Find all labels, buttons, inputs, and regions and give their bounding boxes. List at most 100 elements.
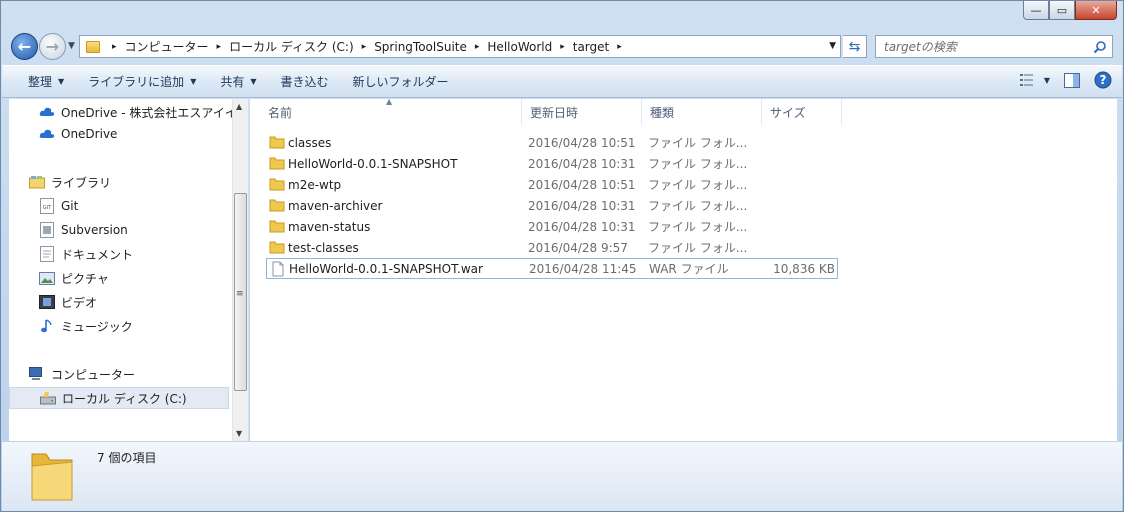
share-label: 共有: [220, 75, 245, 89]
search-icon[interactable]: [1093, 40, 1107, 54]
nav-item-local-disk[interactable]: ローカル ディスク (C:): [9, 387, 229, 409]
nav-item-label: ライブラリ: [51, 175, 112, 190]
folder-icon: [269, 157, 285, 170]
file-date: 2016/04/28 10:51: [528, 177, 636, 192]
table-row[interactable]: HelloWorld-0.0.1-SNAPSHOT.war 2016/04/28…: [266, 258, 838, 279]
chevron-right-icon[interactable]: ▸: [617, 42, 622, 52]
forward-button[interactable]: →: [39, 33, 66, 60]
organize-label: 整理: [28, 75, 53, 89]
nav-item-label: コンピューター: [51, 367, 136, 382]
folder-icon: [86, 40, 100, 53]
scroll-up-icon[interactable]: ▲: [236, 102, 242, 111]
scroll-down-icon[interactable]: ▼: [236, 429, 242, 438]
preview-pane-button[interactable]: [1064, 72, 1080, 88]
chevron-right-icon[interactable]: ▸: [217, 42, 222, 52]
library-icon: [29, 174, 45, 190]
search-input[interactable]: [884, 39, 1084, 54]
breadcrumb-helloworld[interactable]: HelloWorld: [487, 40, 552, 54]
nav-item-pictures[interactable]: ピクチャ: [39, 267, 109, 289]
chevron-right-icon[interactable]: ▸: [362, 42, 367, 52]
chevron-right-icon[interactable]: ▸: [475, 42, 480, 52]
chevron-right-icon[interactable]: ▸: [112, 42, 117, 52]
close-button[interactable]: ✕: [1075, 1, 1117, 20]
chevron-right-icon[interactable]: ▸: [560, 42, 565, 52]
preview-pane-icon: [1064, 72, 1080, 88]
folder-icon: [31, 453, 73, 501]
nav-item-label: OneDrive: [61, 127, 118, 141]
breadcrumb-computer[interactable]: コンピューター: [125, 38, 209, 55]
search-box[interactable]: [875, 35, 1113, 58]
breadcrumb-springtoolsuite[interactable]: SpringToolSuite: [374, 40, 467, 54]
column-header-size[interactable]: サイズ: [762, 99, 842, 125]
file-type: ファイル フォル...: [648, 241, 748, 255]
view-list-icon: [1019, 74, 1033, 86]
file-type: ファイル フォル...: [648, 220, 748, 234]
nav-item-documents[interactable]: ドキュメント: [39, 243, 133, 265]
table-row[interactable]: maven-archiver 2016/04/28 10:31 ファイル フォル…: [266, 195, 838, 216]
subversion-icon: [39, 222, 55, 238]
folder-icon: [269, 199, 285, 212]
file-date: 2016/04/28 10:31: [528, 198, 636, 213]
table-row[interactable]: HelloWorld-0.0.1-SNAPSHOT 2016/04/28 10:…: [266, 153, 838, 174]
column-header-type[interactable]: 種類: [642, 99, 762, 125]
nav-item-label: ドキュメント: [61, 247, 134, 262]
nav-item-subversion[interactable]: Subversion: [39, 219, 128, 241]
nav-item-onedrive[interactable]: OneDrive: [39, 123, 117, 145]
change-view-button[interactable]: ▼: [1019, 73, 1050, 87]
explorer-window: — ▭ ✕ ← → ▼ ▸ コンピューター ▸ ローカル ディスク (C:) ▸…: [0, 0, 1124, 512]
svg-text:?: ?: [1100, 73, 1107, 87]
address-bar[interactable]: ▸ コンピューター ▸ ローカル ディスク (C:) ▸ SpringToolS…: [79, 35, 841, 58]
chevron-down-icon: ▼: [190, 77, 197, 86]
chevron-down-icon: ▼: [58, 77, 65, 86]
video-icon: [39, 294, 55, 310]
burn-button[interactable]: 書き込む: [269, 70, 341, 94]
back-button[interactable]: ←: [11, 33, 38, 60]
table-row[interactable]: classes 2016/04/28 10:51 ファイル フォル...: [266, 132, 838, 153]
address-history-dropdown[interactable]: ▼: [829, 41, 836, 51]
breadcrumb-target[interactable]: target: [573, 40, 610, 54]
new-folder-button[interactable]: 新しいフォルダー: [341, 70, 461, 94]
git-icon: GIT: [39, 198, 55, 214]
file-name: HelloWorld-0.0.1-SNAPSHOT: [288, 156, 458, 171]
cloud-icon: [39, 104, 55, 120]
caption-buttons: — ▭ ✕: [1023, 1, 1117, 20]
arrow-right-icon: →: [45, 37, 60, 56]
help-button[interactable]: ?: [1094, 71, 1112, 89]
minimize-button[interactable]: —: [1023, 1, 1049, 20]
chevron-down-icon: ▼: [250, 77, 257, 86]
nav-item-videos[interactable]: ビデオ: [39, 291, 97, 313]
nav-item-libraries[interactable]: ライブラリ: [29, 171, 111, 193]
file-date: 2016/04/28 11:45: [529, 261, 637, 276]
breadcrumb-local-disk[interactable]: ローカル ディスク (C:): [229, 38, 354, 55]
refresh-button[interactable]: ⇆: [843, 35, 867, 58]
file-type: ファイル フォル...: [648, 178, 748, 192]
document-icon: [39, 246, 55, 262]
nav-item-git[interactable]: GIT Git: [39, 195, 78, 217]
help-icon: ?: [1094, 71, 1112, 89]
organize-button[interactable]: 整理 ▼: [16, 70, 76, 94]
maximize-button[interactable]: ▭: [1049, 1, 1075, 20]
view-controls: ▼ ?: [1006, 71, 1112, 89]
nav-item-label: Subversion: [61, 223, 128, 237]
nav-item-onedrive-business[interactable]: OneDrive - 株式会社エスアイイ: [39, 101, 237, 123]
chevron-down-icon: ▼: [1043, 75, 1050, 85]
navigation-scrollbar[interactable]: ▲ ≡ ▼: [232, 99, 248, 441]
table-row[interactable]: maven-status 2016/04/28 10:31 ファイル フォル..…: [266, 216, 838, 237]
column-header-name[interactable]: 名前: [260, 99, 522, 125]
file-type: ファイル フォル...: [648, 157, 748, 171]
file-type: WAR ファイル: [649, 262, 729, 276]
file-name: maven-archiver: [288, 198, 383, 213]
file-name: maven-status: [288, 219, 371, 234]
recent-pages-dropdown[interactable]: ▼: [68, 41, 75, 51]
drive-icon: [40, 390, 56, 406]
table-row[interactable]: m2e-wtp 2016/04/28 10:51 ファイル フォル...: [266, 174, 838, 195]
share-button[interactable]: 共有 ▼: [208, 70, 268, 94]
file-name: classes: [288, 135, 332, 150]
column-header-date[interactable]: 更新日時: [522, 99, 642, 125]
nav-item-computer[interactable]: コンピューター: [29, 363, 135, 385]
address-row: ← → ▼ ▸ コンピューター ▸ ローカル ディスク (C:) ▸ Sprin…: [9, 31, 1115, 63]
add-to-library-button[interactable]: ライブラリに追加 ▼: [76, 70, 208, 94]
nav-item-music[interactable]: ミュージック: [39, 315, 133, 337]
table-row[interactable]: test-classes 2016/04/28 9:57 ファイル フォル...: [266, 237, 838, 258]
file-date: 2016/04/28 10:31: [528, 156, 636, 171]
